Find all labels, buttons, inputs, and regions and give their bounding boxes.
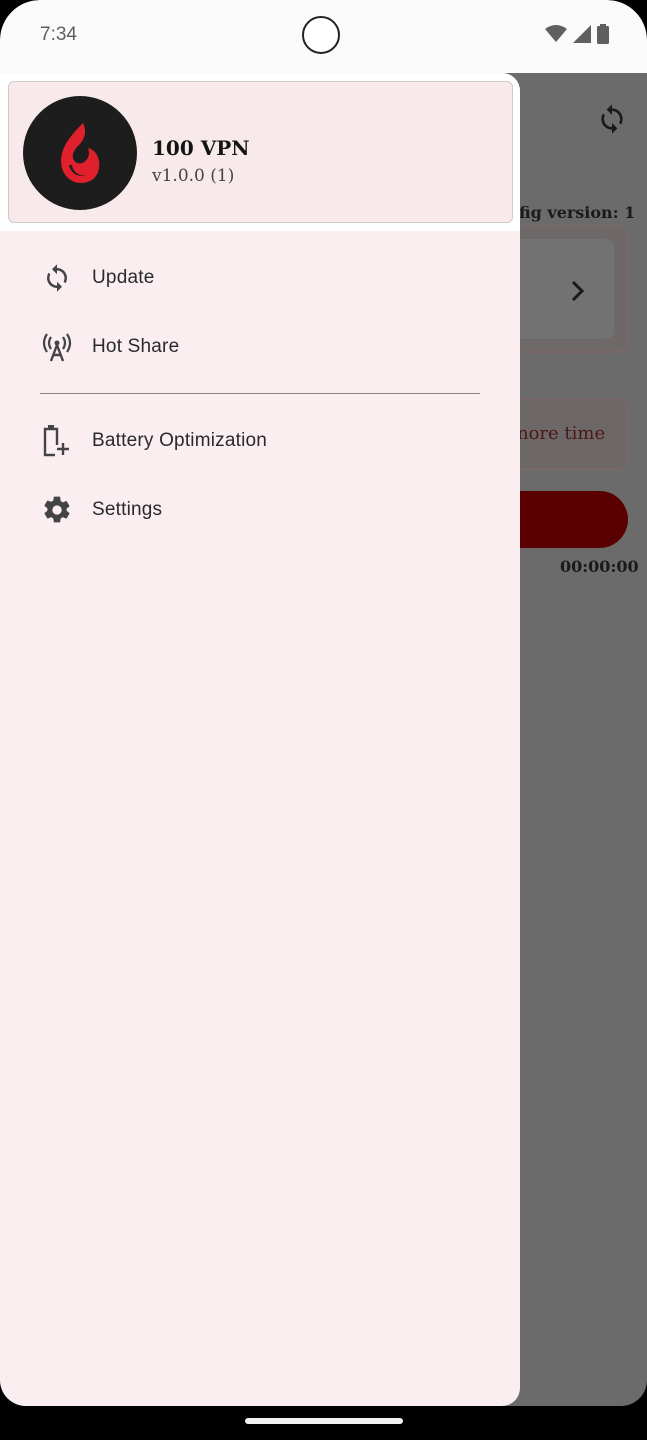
refresh-icon[interactable] bbox=[596, 103, 628, 135]
menu-item-label: Hot Share bbox=[92, 336, 180, 357]
status-time: 7:34 bbox=[40, 24, 77, 45]
signal-icon bbox=[573, 25, 591, 43]
more-time-label: nore time bbox=[517, 423, 606, 444]
menu-item-label: Battery Optimization bbox=[92, 430, 268, 451]
connection-timer: 00:00:00 bbox=[560, 557, 639, 576]
config-version-label: fig version: 1 bbox=[519, 203, 636, 222]
menu-item-label: Settings bbox=[92, 499, 163, 520]
menu-item-battery-optimization[interactable]: Battery Optimization bbox=[0, 413, 520, 469]
front-camera bbox=[302, 16, 340, 54]
status-bar: 7:34 bbox=[0, 0, 647, 73]
chevron-right-icon bbox=[571, 280, 585, 302]
battery-plus-icon bbox=[40, 424, 74, 458]
battery-icon bbox=[597, 24, 609, 44]
antenna-icon bbox=[40, 330, 74, 364]
drawer-header: 100 VPN v1.0.0 (1) bbox=[8, 81, 513, 223]
refresh-icon bbox=[40, 261, 74, 295]
home-indicator[interactable] bbox=[245, 1418, 403, 1424]
wifi-icon bbox=[545, 25, 567, 42]
menu-item-label: Update bbox=[92, 267, 155, 288]
menu-item-hot-share[interactable]: Hot Share bbox=[0, 319, 520, 375]
status-icons bbox=[545, 24, 609, 44]
screen: 7:34 fig version: 1 nore time 00:00:00 1… bbox=[0, 0, 647, 1406]
menu-divider bbox=[40, 393, 480, 394]
menu-item-update[interactable]: Update bbox=[0, 250, 520, 306]
app-logo bbox=[23, 96, 137, 210]
device-frame: 7:34 fig version: 1 nore time 00:00:00 1… bbox=[0, 0, 647, 1440]
navigation-drawer: 100 VPN v1.0.0 (1) Update Hot Share Batt… bbox=[0, 73, 520, 1406]
flame-logo-icon bbox=[61, 123, 100, 183]
gear-icon bbox=[40, 493, 74, 527]
menu-item-settings[interactable]: Settings bbox=[0, 482, 520, 538]
app-name: 100 VPN bbox=[152, 136, 250, 160]
app-version: v1.0.0 (1) bbox=[152, 166, 235, 186]
